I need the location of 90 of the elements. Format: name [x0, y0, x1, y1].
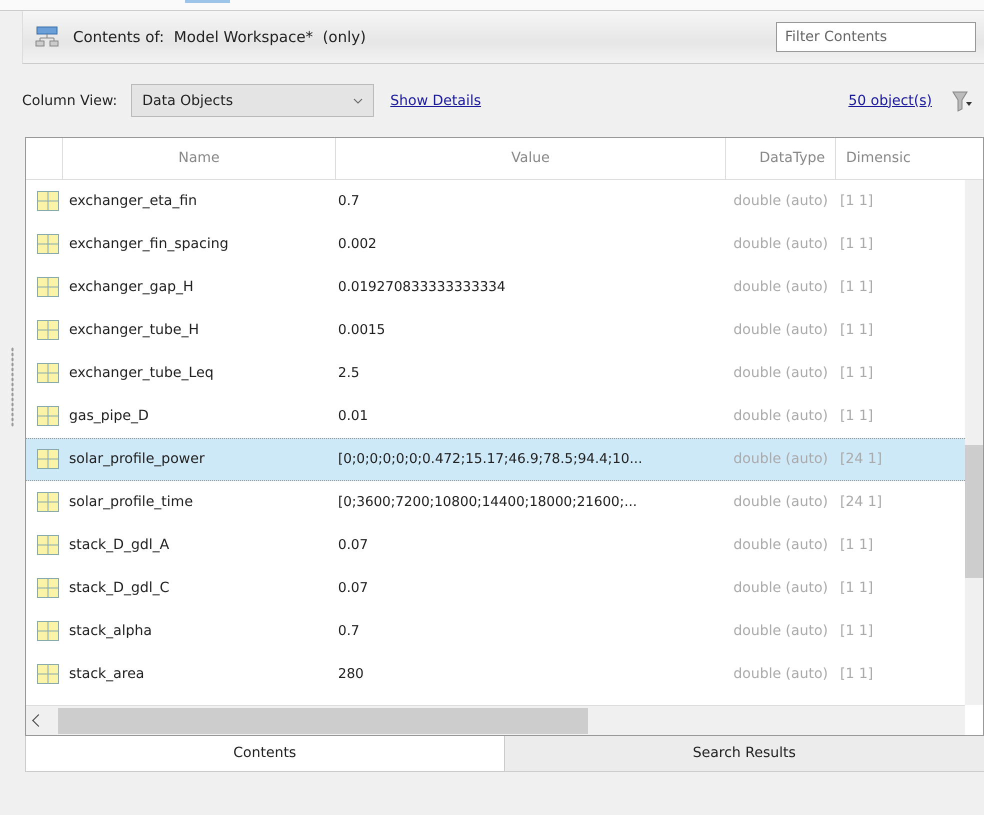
grid-icon [37, 276, 59, 297]
table-cell-text: 0.01 [337, 406, 370, 426]
table-cell-text: exchanger_eta_fin [68, 192, 198, 211]
table-row[interactable]: stack_D_gdl_C 0.07 double (auto) [1 1] [26, 566, 965, 610]
table-cell-text: stack_D_gdl_A [68, 536, 170, 555]
table-row[interactable]: exchanger_tube_Leq 2.5 double (auto) [1 1] [26, 352, 965, 395]
table-cell-text: double (auto) [732, 406, 829, 426]
table-cell-text: [1 1] [839, 320, 874, 340]
table-row[interactable]: solar_profile_time [0;3600;7200;10800;14400;18000;21600;... double (auto) [24 1] [26, 480, 965, 524]
filter-field[interactable]: Filter Contents [776, 22, 976, 52]
table-cell-text: [1 1] [839, 622, 874, 641]
table-row[interactable]: exchanger_tube_H 0.0015 double (auto) [1 1] [26, 308, 965, 352]
table-cell-text: double (auto) [732, 664, 829, 684]
table-cell-text: [1 1] [839, 234, 874, 254]
table-cell-text: 0.019270833333333334 [337, 278, 506, 297]
vertical-scrollbar[interactable] [965, 180, 983, 705]
table-cell-text: stack_area [68, 664, 146, 684]
grid-icon [37, 320, 59, 340]
table-cell-text: solar_profile_power [68, 450, 206, 470]
column-view-label: Column View: [22, 92, 118, 108]
grid-icon [37, 234, 59, 254]
table-cell-text: [1 1] [839, 664, 874, 684]
grid-icon [37, 578, 59, 598]
table-cell-text: 0.07 [337, 536, 370, 555]
table-cell-text: [24 1] [839, 450, 884, 470]
table-cell-text: [24 1] [839, 492, 884, 512]
table-cell-text: double (auto) [732, 234, 829, 254]
show-details-link[interactable]: Show Details [390, 92, 482, 108]
table-cell-text: double (auto) [732, 492, 829, 512]
table-cell-text: stack_alpha [68, 622, 153, 641]
table-cell-text: 0.7 [337, 192, 360, 211]
table-cell-text: [0;3600;7200;10800;14400;18000;21600;... [337, 492, 638, 512]
table-cell-text: double (auto) [732, 320, 829, 340]
tab[interactable]: Search Results [504, 734, 984, 772]
table-cell-text: exchanger_gap_H [68, 278, 195, 297]
table-cell-text: double (auto) [732, 578, 829, 598]
grid-icon [37, 534, 59, 555]
table-cell-text: double (auto) [732, 622, 829, 641]
table-cell-text: [0;0;0;0;0;0;0.472;15.17;46.9;78.5;94.4;10... [337, 450, 644, 470]
table-row[interactable]: exchanger_eta_fin 0.7 double (auto) [1 1] [26, 180, 965, 223]
column-header[interactable]: DataType [726, 138, 836, 179]
table-row[interactable]: exchanger_fin_spacing 0.002 double (auto) [1 1] [26, 222, 965, 266]
table-cell-text: 2.5 [337, 364, 360, 383]
table-cell-text: [1 1] [839, 406, 874, 426]
grid-icon [37, 362, 59, 383]
column-header[interactable]: Dimensic [836, 138, 966, 179]
table-cell-text: 280 [337, 664, 365, 684]
grid-icon [37, 190, 59, 211]
table-row[interactable]: stack_D_gdl_A 0.07 double (auto) [1 1] [26, 524, 965, 567]
table-cell-text: 0.7 [337, 622, 360, 641]
table-cell-text: stack_D_gdl_C [68, 578, 170, 598]
hierarchy-icon [35, 26, 59, 48]
table-cell-text: exchanger_fin_spacing [68, 234, 230, 254]
table-cell-text: 0.0015 [337, 320, 386, 340]
column-view-dropdown[interactable]: Data Objects [131, 84, 374, 117]
table-cell-text: double (auto) [732, 450, 829, 470]
table-cell-text: [1 1] [839, 192, 874, 211]
column-header[interactable]: Name [63, 138, 336, 179]
grid-icon [37, 406, 59, 426]
grid-icon [37, 492, 59, 512]
table-cell-text: double (auto) [732, 192, 829, 211]
table-cell-text: double (auto) [732, 278, 829, 297]
table-row[interactable]: stack_area 280 double (auto) [1 1] [26, 652, 965, 696]
table-cell-text: [1 1] [839, 364, 874, 383]
table-cell-text: [1 1] [839, 278, 874, 297]
filter-icon[interactable] [952, 90, 972, 112]
table-cell-text: 0.07 [337, 578, 370, 598]
workspace-title: Contents of: Model Workspace* (only) [73, 28, 366, 46]
table-cell-text: double (auto) [732, 364, 829, 383]
table-row[interactable]: exchanger_gap_H 0.019270833333333334 double (auto) [1 1] [26, 266, 965, 309]
table-cell-text: [1 1] [839, 578, 874, 598]
table-cell-text: exchanger_tube_H [68, 320, 200, 340]
table-cell-text: double (auto) [732, 536, 829, 555]
table-row[interactable]: gas_pipe_D 0.01 double (auto) [1 1] [26, 394, 965, 438]
table-cell-text: gas_pipe_D [68, 406, 150, 426]
resize-grip-icon[interactable] [11, 347, 14, 427]
grid-icon [37, 664, 59, 684]
table-cell-text: [1 1] [839, 536, 874, 555]
grid-icon [37, 449, 59, 470]
horizontal-scrollbar[interactable] [26, 704, 965, 735]
tab[interactable]: Contents [25, 734, 504, 772]
table-row[interactable]: stack_alpha 0.7 double (auto) [1 1] [26, 610, 965, 653]
table-cell-text: solar_profile_time [68, 492, 194, 512]
column-header[interactable]: Value [336, 138, 726, 179]
table-cell-text: 0.002 [337, 234, 378, 254]
table-row[interactable]: solar_profile_power [0;0;0;0;0;0;0.472;15.17;46.9;78.5;94.4;10... double (auto) [24 1] [26, 438, 965, 481]
table-cell-text: exchanger_tube_Leq [68, 364, 215, 383]
object-count-link[interactable]: 50 object(s) [848, 92, 932, 108]
caret-icon [353, 98, 364, 104]
grid-icon [37, 620, 59, 641]
